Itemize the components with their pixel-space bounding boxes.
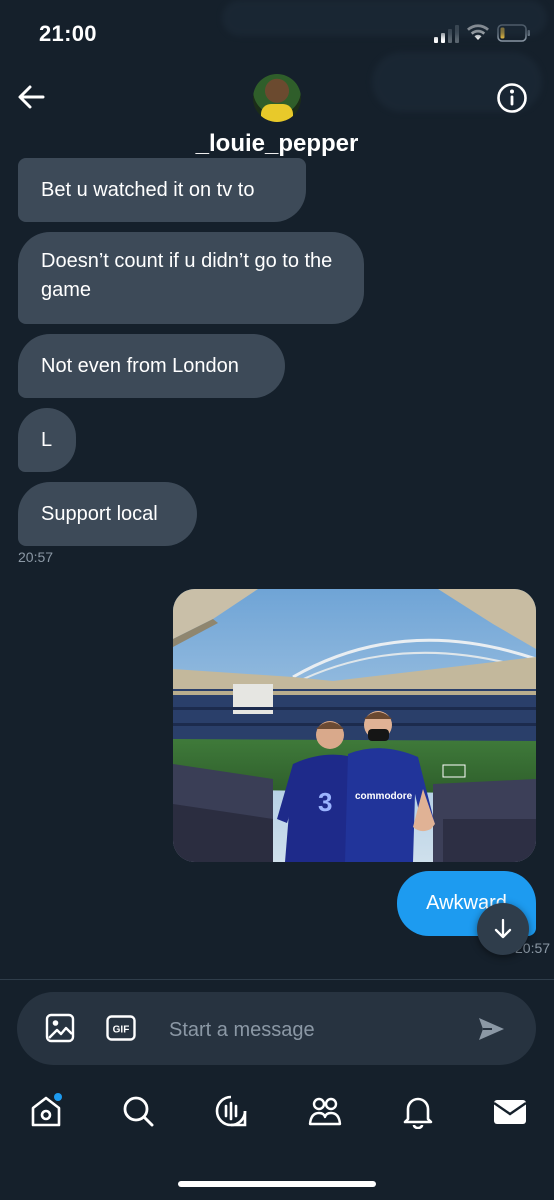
status-time: 21:00: [39, 21, 97, 46]
incoming-message[interactable]: Doesn’t count if u didn’t go to the game: [18, 232, 364, 324]
message-input[interactable]: [167, 1010, 461, 1050]
conversation-username[interactable]: _louie_pepper: [0, 130, 554, 158]
image-icon[interactable]: [45, 1013, 75, 1043]
stadium-photo: 3 commodore: [173, 589, 536, 862]
arrow-down-icon: [494, 918, 512, 939]
notifications-icon[interactable]: [400, 1093, 436, 1129]
message-composer: GIF: [17, 992, 536, 1065]
incoming-message[interactable]: Not even from London: [18, 334, 285, 398]
incoming-message[interactable]: Bet u watched it on tv to: [18, 158, 306, 222]
photo-message[interactable]: 3 commodore: [173, 589, 536, 862]
divider: [0, 979, 554, 980]
spaces-icon[interactable]: [213, 1093, 249, 1129]
message-timestamp: 20:57: [18, 549, 54, 565]
background-blur: [222, 0, 547, 36]
scroll-to-bottom-button[interactable]: [477, 903, 529, 955]
shirt-sponsor: commodore: [355, 791, 413, 802]
back-arrow-icon[interactable]: [16, 82, 46, 112]
send-icon[interactable]: [476, 1014, 506, 1044]
avatar[interactable]: [253, 74, 301, 122]
info-icon[interactable]: [496, 82, 528, 114]
gif-icon[interactable]: GIF: [106, 1015, 136, 1041]
messages-icon[interactable]: [492, 1093, 528, 1129]
search-icon[interactable]: [120, 1093, 156, 1129]
incoming-message[interactable]: Support local: [18, 482, 197, 546]
home-icon[interactable]: [28, 1093, 64, 1129]
svg-text:GIF: GIF: [113, 1025, 130, 1036]
shirt-number: 3: [318, 787, 332, 817]
communities-icon[interactable]: [307, 1093, 343, 1129]
conversation-header: _louie_pepper: [0, 70, 554, 170]
home-indicator: [178, 1181, 376, 1187]
incoming-message[interactable]: L: [18, 408, 76, 472]
